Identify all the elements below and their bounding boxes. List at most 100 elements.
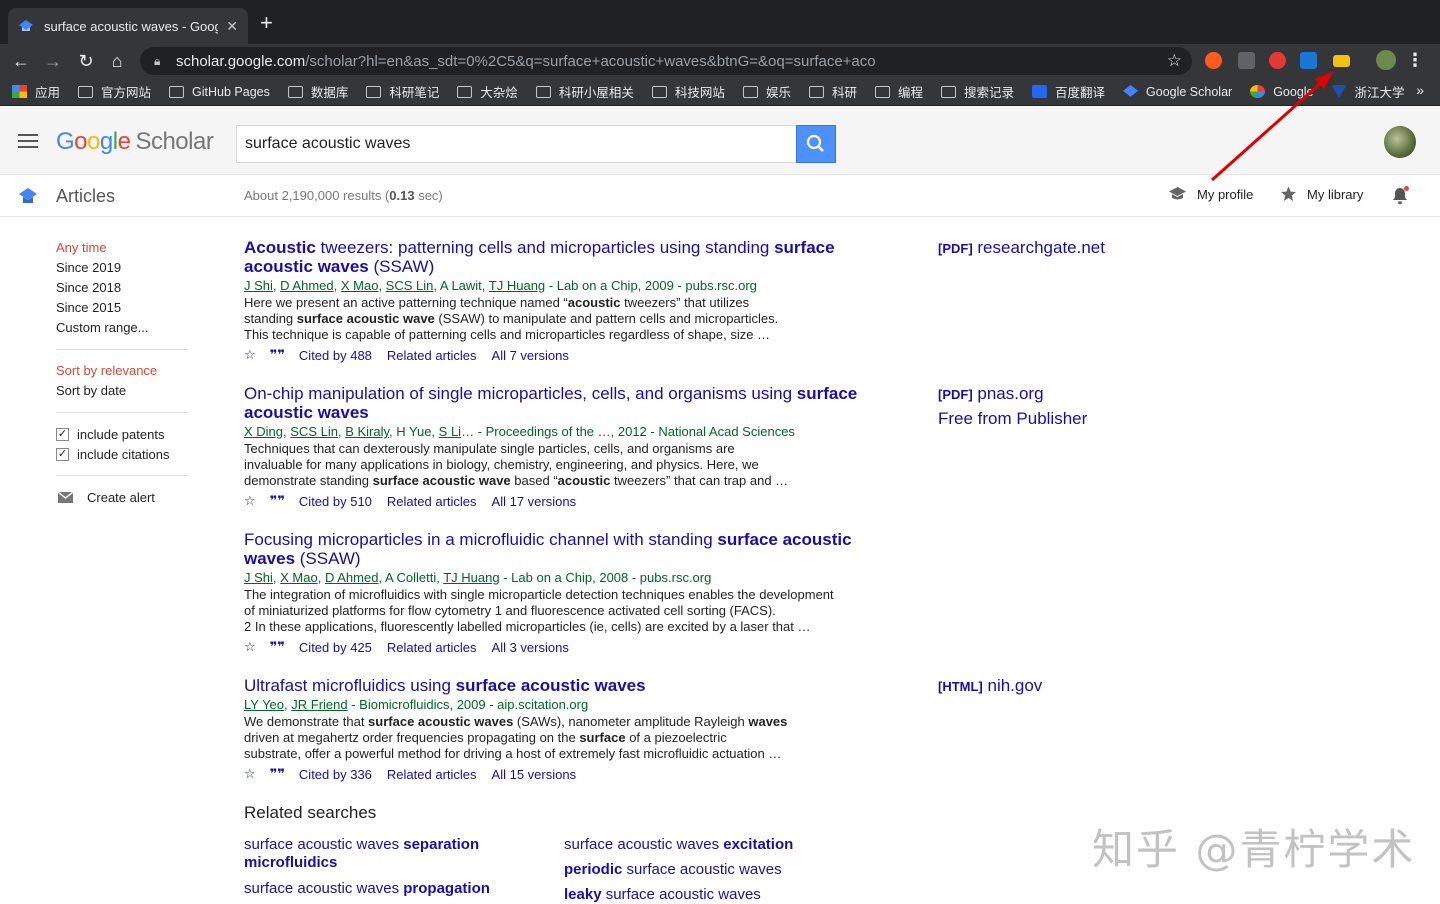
all-versions-link[interactable]: All 15 versions: [492, 767, 577, 782]
bookmark-item[interactable]: 编程: [874, 82, 923, 101]
author-link[interactable]: B Kiraly: [345, 424, 389, 439]
author-link[interactable]: LY Yeo: [244, 697, 284, 712]
related-articles-link[interactable]: Related articles: [387, 767, 477, 782]
include-patents-checkbox[interactable]: ✓ include patents: [56, 424, 188, 444]
result-title-link[interactable]: Focusing microparticles in a microfluidi…: [244, 530, 864, 568]
reload-icon[interactable]: ↻: [75, 50, 97, 72]
related-search-link[interactable]: surface acoustic waves separation microf…: [244, 836, 494, 872]
all-versions-link[interactable]: All 17 versions: [492, 494, 577, 509]
bookmark-item[interactable]: 百度翻译: [1032, 82, 1105, 101]
filter-since-2019[interactable]: Since 2019: [56, 258, 188, 278]
fulltext-link[interactable]: Free from Publisher: [938, 407, 1087, 431]
cite-quote-icon[interactable]: ❞❞: [270, 493, 285, 509]
browser-tab[interactable]: surface acoustic waves - Goog ✕: [8, 8, 248, 44]
create-alert-link[interactable]: Create alert: [56, 487, 188, 507]
profile-avatar-icon[interactable]: [1376, 50, 1396, 70]
google-scholar-logo[interactable]: Google Scholar: [56, 128, 214, 156]
fulltext-link[interactable]: [HTML] nih.gov: [938, 674, 1042, 699]
address-bar[interactable]: 🔒︎ scholar.google.com /scholar?hl=en&as_…: [140, 47, 1192, 75]
related-articles-link[interactable]: Related articles: [387, 494, 477, 509]
folder-extension-icon[interactable]: [1333, 55, 1350, 67]
author-link[interactable]: TJ Huang: [489, 278, 545, 293]
new-tab-button[interactable]: +: [260, 12, 273, 34]
related-search-link[interactable]: leaky surface acoustic waves: [564, 886, 824, 904]
extension-icon-2[interactable]: [1238, 52, 1255, 69]
related-articles-link[interactable]: Related articles: [387, 348, 477, 363]
bookmark-item[interactable]: 数据库: [287, 82, 348, 101]
extension-icon-3[interactable]: [1269, 52, 1286, 69]
cited-by-link[interactable]: Cited by 510: [299, 494, 372, 509]
menu-kebab-icon[interactable]: ⋮: [1406, 50, 1424, 71]
sort-by-date[interactable]: Sort by date: [56, 381, 188, 401]
bookmark-item[interactable]: 科研小屋相关: [535, 82, 634, 101]
result-title-link[interactable]: On-chip manipulation of single micropart…: [244, 384, 864, 422]
bookmark-item[interactable]: 科研: [808, 82, 857, 101]
bookmark-item[interactable]: 官方网站: [78, 82, 151, 101]
related-search-link[interactable]: surface acoustic waves propagation: [244, 880, 504, 898]
back-icon[interactable]: ←: [10, 50, 32, 72]
home-icon[interactable]: ⌂: [106, 50, 128, 72]
cited-by-link[interactable]: Cited by 425: [299, 640, 372, 655]
bookmark-star-icon[interactable]: ☆: [1167, 51, 1182, 71]
bookmark-item[interactable]: 娱乐: [742, 82, 791, 101]
cited-by-link[interactable]: Cited by 336: [299, 767, 372, 782]
author-link[interactable]: JR Friend: [291, 697, 347, 712]
sort-by-relevance[interactable]: Sort by relevance: [56, 361, 188, 381]
my-library-link[interactable]: My library: [1280, 186, 1363, 202]
author-link[interactable]: TJ Huang: [443, 570, 499, 585]
save-star-icon[interactable]: ☆: [244, 639, 256, 655]
cite-quote-icon[interactable]: ❞❞: [270, 766, 285, 782]
notifications-bell-icon[interactable]: [1392, 186, 1409, 210]
author-link[interactable]: X Ding: [244, 424, 283, 439]
related-search-link[interactable]: periodic surface acoustic waves: [564, 861, 824, 879]
include-citations-checkbox[interactable]: ✓ include citations: [56, 444, 188, 464]
cite-quote-icon[interactable]: ❞❞: [270, 639, 285, 655]
bookmarks-more-icon[interactable]: »: [1416, 82, 1424, 98]
author-link[interactable]: D Ahmed: [325, 570, 378, 585]
fulltext-link[interactable]: [PDF] pnas.org: [938, 382, 1087, 407]
author-link[interactable]: SCS Lin: [290, 424, 338, 439]
bookmark-item[interactable]: 大杂烩: [457, 82, 518, 101]
author-link[interactable]: J Shi: [244, 570, 273, 585]
author-link[interactable]: S Li: [439, 424, 461, 439]
bookmark-item[interactable]: 浙江大学: [1331, 82, 1405, 101]
cite-quote-icon[interactable]: ❞❞: [270, 347, 285, 363]
my-profile-link[interactable]: My profile: [1168, 186, 1253, 202]
related-search-link[interactable]: surface acoustic waves excitation: [564, 836, 824, 854]
bookmark-item[interactable]: Google: [1250, 85, 1314, 99]
forward-icon[interactable]: →: [42, 50, 64, 72]
bookmark-item[interactable]: Google Scholar: [1123, 85, 1232, 99]
filter-any-time[interactable]: Any time: [56, 238, 188, 258]
bookmark-item[interactable]: 搜索记录: [940, 82, 1014, 101]
related-articles-link[interactable]: Related articles: [387, 640, 477, 655]
filter-since-2018[interactable]: Since 2018: [56, 278, 188, 298]
section-articles[interactable]: Articles: [56, 186, 115, 207]
bookmark-item[interactable]: 科研笔记: [366, 82, 439, 101]
author-link[interactable]: J Shi: [244, 278, 273, 293]
user-avatar[interactable]: [1384, 126, 1416, 158]
result-title-link[interactable]: Acoustic tweezers: patterning cells and …: [244, 238, 864, 276]
close-tab-icon[interactable]: ✕: [226, 18, 238, 35]
hamburger-menu-icon[interactable]: [18, 134, 38, 148]
author-link[interactable]: X Mao: [280, 570, 318, 585]
cited-by-link[interactable]: Cited by 488: [299, 348, 372, 363]
filter-custom-range[interactable]: Custom range...: [56, 318, 188, 338]
bookmark-item[interactable]: 应用: [12, 82, 60, 101]
search-input[interactable]: [236, 125, 797, 163]
save-star-icon[interactable]: ☆: [244, 766, 256, 782]
fulltext-link[interactable]: [PDF] researchgate.net: [938, 236, 1105, 261]
bookmark-item[interactable]: GitHub Pages: [169, 85, 270, 99]
all-versions-link[interactable]: All 7 versions: [492, 348, 569, 363]
save-star-icon[interactable]: ☆: [244, 493, 256, 509]
extension-icon-1[interactable]: [1205, 52, 1222, 69]
filter-since-2015[interactable]: Since 2015: [56, 298, 188, 318]
all-versions-link[interactable]: All 3 versions: [492, 640, 569, 655]
author-link[interactable]: SCS Lin: [386, 278, 434, 293]
save-star-icon[interactable]: ☆: [244, 347, 256, 363]
bookmark-item[interactable]: 科技网站: [651, 82, 725, 101]
extension-icon-4[interactable]: [1300, 52, 1317, 69]
author-link[interactable]: D Ahmed: [280, 278, 333, 293]
author-link[interactable]: X Mao: [341, 278, 379, 293]
search-button[interactable]: [796, 125, 836, 163]
result-title-link[interactable]: Ultrafast microfluidics using surface ac…: [244, 676, 864, 695]
